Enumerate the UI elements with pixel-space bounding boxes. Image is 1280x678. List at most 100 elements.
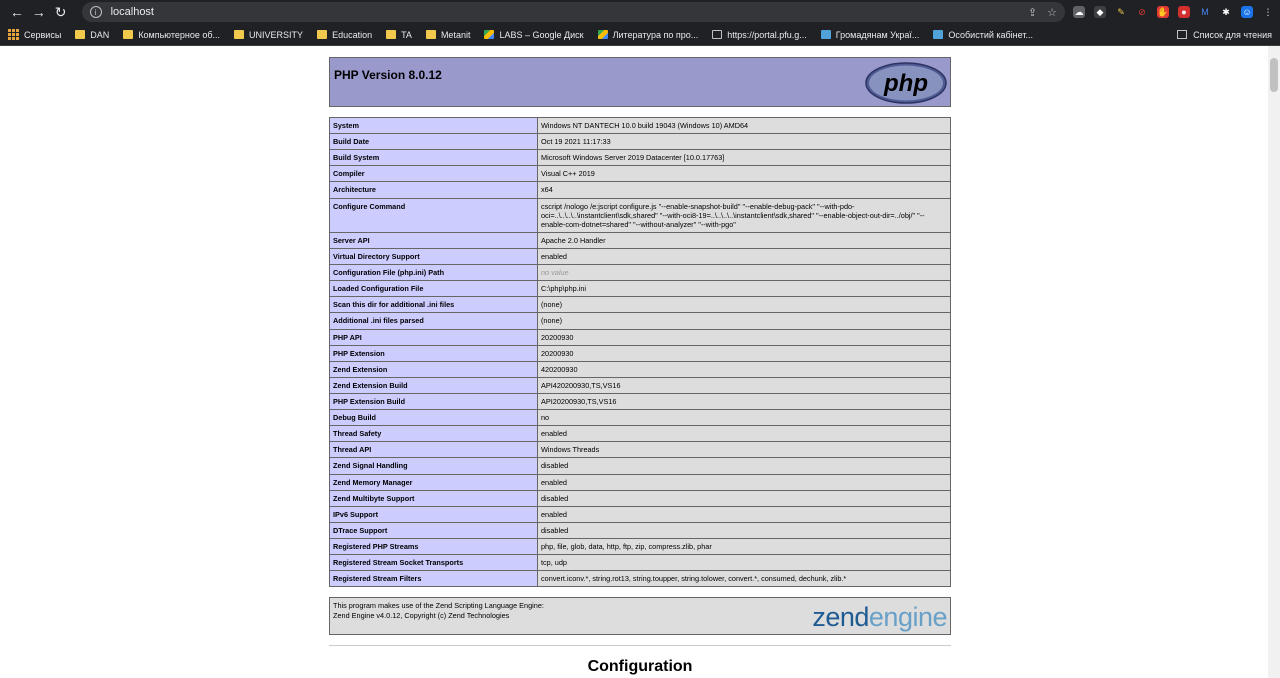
bookmark-item[interactable]: https://portal.pfu.g... [712, 30, 807, 40]
zend-engine-logo[interactable]: zendengine [812, 600, 947, 635]
shield-extension-icon[interactable]: ◆ [1094, 6, 1107, 18]
php-logo-icon[interactable]: php [865, 62, 947, 104]
bookmark-item[interactable]: Компьютерное об... [123, 30, 220, 40]
url-text: localhost [110, 6, 154, 18]
row-value: API420200930,TS,VS16 [537, 376, 951, 394]
apps-grid-icon [8, 29, 19, 40]
adblock-extension-icon[interactable]: ✋ [1157, 6, 1170, 18]
row-value: enabled [537, 425, 951, 443]
extensions-puzzle-icon[interactable]: ✱ [1220, 6, 1233, 18]
bookmark-label: Сервисы [24, 29, 62, 40]
gov-icon [933, 30, 944, 39]
row-key: DTrace Support [329, 521, 538, 539]
vertical-scrollbar[interactable] [1268, 46, 1280, 678]
bookmark-item[interactable]: Metanit [425, 30, 470, 40]
red-extension-icon[interactable]: ● [1178, 6, 1191, 18]
bookmark-item[interactable]: Громадянам Украї... [820, 29, 920, 40]
table-row: PHP API 20200930 [329, 328, 951, 346]
table-row: Zend Memory Manager enabled [329, 473, 951, 491]
table-row: System Windows NT DANTECH 10.0 build 1904… [329, 116, 951, 135]
row-value: 20200930 [537, 344, 951, 362]
table-row: PHP Extension Build API20200930,TS,VS16 [329, 392, 951, 411]
site-info-icon[interactable]: i [89, 6, 102, 18]
back-icon[interactable]: ← [6, 1, 28, 23]
row-value: Visual C++ 2019 [537, 165, 951, 183]
bookmark-label: DAN [90, 29, 110, 40]
scrollbar-thumb[interactable] [1270, 58, 1278, 92]
bookmark-label: TA [401, 29, 412, 40]
table-row: DTrace Support disabled [329, 521, 951, 539]
drive-icon [484, 30, 495, 39]
reading-list-button[interactable]: Список для чтения [1177, 30, 1272, 40]
table-row: Debug Build no [329, 409, 951, 427]
bookmark-label: LABS – Google Диск [499, 29, 584, 40]
forward-icon[interactable]: → [28, 1, 50, 23]
row-value: Apache 2.0 Handler [537, 231, 951, 249]
table-row: Zend Multibyte Support disabled [329, 489, 951, 507]
cloud-extension-icon[interactable]: ☁ [1073, 6, 1086, 18]
row-value: Microsoft Windows Server 2019 Datacenter… [537, 149, 951, 167]
folder-icon [386, 30, 397, 39]
bookmark-item[interactable]: Особистий кабінет... [933, 30, 1033, 40]
bookmark-item[interactable]: Education [317, 30, 372, 40]
table-row: Additional .ini files parsed (none) [329, 312, 951, 330]
browser-toolbar: ← → ↻ i localhost ⇪ ☆ ☁ ◆ ✎ ⊘ ✋ ● M ✱ ☺ … [0, 0, 1280, 24]
row-value: cscript /nologo /e:jscript configure.js … [537, 197, 951, 233]
folder-icon [317, 30, 328, 39]
table-row: Build System Microsoft Windows Server 201… [329, 149, 951, 167]
menu-dots-icon[interactable]: ⋮ [1262, 6, 1275, 18]
row-value: 420200930 [537, 360, 951, 378]
bookmark-label: https://portal.pfu.g... [727, 29, 807, 40]
table-row: Server API Apache 2.0 Handler [329, 231, 951, 249]
row-key: Server API [329, 231, 538, 249]
reload-icon[interactable]: ↻ [50, 1, 72, 23]
row-key: IPv6 Support [329, 505, 538, 523]
row-value: (none) [537, 312, 951, 330]
table-row: IPv6 Support enabled [329, 505, 951, 523]
profile-icon[interactable]: ☺ [1241, 6, 1254, 18]
row-key: Architecture [329, 181, 538, 199]
zend-engine-box: This program makes use of the Zend Scrip… [329, 597, 951, 636]
row-value: enabled [537, 247, 951, 266]
table-row: Registered Stream Filters convert.iconv.*… [329, 570, 951, 588]
row-key: PHP Extension [329, 344, 538, 362]
bookmark-label: Особистий кабінет... [948, 29, 1033, 40]
table-row: Loaded Configuration File C:\php\php.ini [329, 280, 951, 298]
table-row: Thread API Windows Threads [329, 441, 951, 459]
share-icon[interactable]: ⇪ [1028, 6, 1037, 19]
bookmark-item[interactable]: LABS – Google Диск [484, 29, 584, 40]
row-value: enabled [537, 505, 951, 523]
no-value-text: no value [541, 268, 569, 278]
row-value: C:\php\php.ini [537, 280, 951, 298]
table-row: Configure Command cscript /nologo /e:jscr… [329, 197, 951, 233]
row-value: 20200930 [537, 328, 951, 346]
bookmark-item[interactable]: Литература по про... [597, 30, 698, 40]
row-value: convert.iconv.*, string.rot13, string.to… [537, 570, 951, 588]
php-header: PHP Version 8.0.12 php [329, 57, 951, 107]
row-value: disabled [537, 489, 951, 507]
block-extension-icon[interactable]: ⊘ [1136, 6, 1149, 18]
php-logo-text: php [883, 70, 928, 97]
row-key: Registered PHP Streams [329, 537, 538, 556]
bookmark-label: Громадянам Украї... [835, 29, 920, 40]
bookmark-item[interactable]: TA [386, 30, 412, 40]
address-bar[interactable]: i localhost ⇪ ☆ [81, 2, 1066, 22]
broom-extension-icon[interactable]: ✎ [1115, 6, 1128, 18]
folder-icon [75, 30, 86, 39]
bookmark-item[interactable]: Сервисы [8, 29, 61, 40]
row-value: Oct 19 2021 11:17:33 [537, 133, 951, 151]
extensions-bar: ☁ ◆ ✎ ⊘ ✋ ● M ✱ ☺ ⋮ [1073, 6, 1275, 18]
table-row: Registered Stream Socket Transports tcp, … [329, 554, 951, 572]
row-key: PHP API [329, 328, 538, 346]
table-row: Thread Safety enabled [329, 425, 951, 443]
table-row: Build Date Oct 19 2021 11:17:33 [329, 133, 951, 151]
m-extension-icon[interactable]: M [1199, 6, 1212, 18]
row-value: disabled [537, 521, 951, 539]
row-key: Zend Multibyte Support [329, 489, 538, 507]
row-value: Windows Threads [537, 441, 951, 459]
bookmark-star-icon[interactable]: ☆ [1047, 6, 1057, 19]
bookmark-item[interactable]: UNIVERSITY [234, 30, 303, 40]
bookmark-item[interactable]: DAN [75, 30, 109, 40]
row-key: Configure Command [329, 197, 538, 233]
row-key: Configuration File (php.ini) Path [329, 264, 538, 282]
